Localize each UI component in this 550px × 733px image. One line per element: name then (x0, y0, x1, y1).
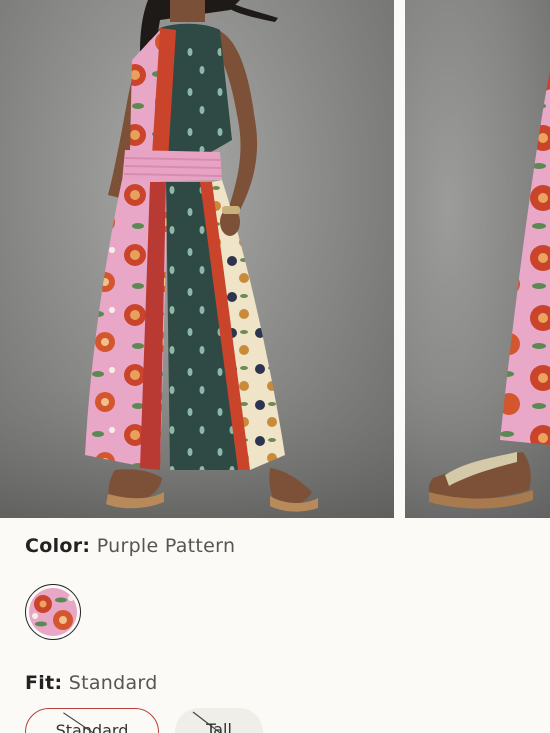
fit-option-standard[interactable]: Standard (25, 708, 159, 733)
fit-option-label: Tall (206, 720, 232, 733)
model-photo-detail-icon (405, 70, 550, 518)
product-detail-page: Color: Purple Pattern Fit: Standard Stan… (0, 0, 550, 733)
color-selection-label: Color: Purple Pattern (25, 535, 235, 557)
color-label: Color: (25, 535, 91, 557)
fit-selection-label: Fit: Standard (25, 672, 158, 694)
fit-label: Fit: (25, 672, 63, 694)
color-swatch-purple-pattern[interactable] (25, 584, 81, 640)
floral-swatch-icon (29, 588, 77, 636)
fit-value: Standard (68, 672, 158, 694)
model-photo-front-icon (0, 0, 394, 518)
product-image-main[interactable] (0, 0, 394, 518)
fit-option-tall[interactable]: Tall (175, 708, 263, 733)
color-value: Purple Pattern (96, 535, 236, 557)
fit-option-label: Standard (55, 721, 129, 733)
product-image-carousel[interactable] (0, 0, 550, 518)
product-image-secondary[interactable] (405, 0, 550, 518)
